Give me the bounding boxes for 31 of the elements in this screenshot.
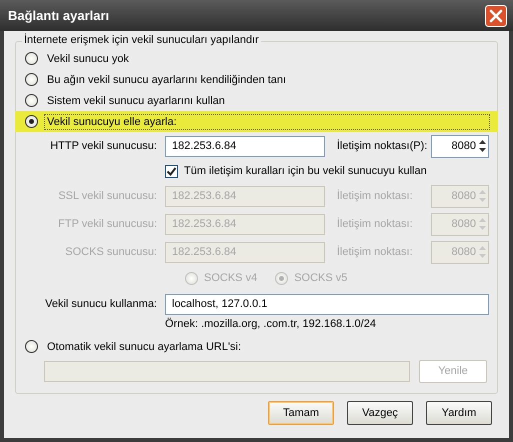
port-label: İletişim noktası: bbox=[336, 190, 414, 202]
radio-label: Vekil sunucu yok bbox=[46, 52, 130, 66]
window-title: Bağlantı ayarları bbox=[8, 8, 110, 23]
field-label: SSL vekil sunucusu: bbox=[57, 190, 158, 202]
port-label: İletişim noktası: bbox=[336, 246, 414, 258]
port-label: İletişim noktası(P): bbox=[336, 140, 428, 152]
field-label: FTP vekil sunucusu: bbox=[57, 218, 158, 230]
dialog-button[interactable]: Tamam bbox=[268, 401, 334, 425]
group-legend: İnternete erişmek için vekil sunucuları yapılandır bbox=[22, 34, 261, 46]
radio-label: Vekil sunucuyu elle ayarla: bbox=[44, 114, 490, 130]
radio-label: Bu ağın vekil sunucu ayarlarını kendiliğinden tanı bbox=[46, 72, 288, 88]
radio-button[interactable] bbox=[25, 115, 38, 128]
radio-button[interactable] bbox=[25, 340, 38, 353]
radio-label: Sistem vekil sunucu ayarlarını kullan bbox=[46, 94, 226, 108]
close-icon[interactable] bbox=[485, 4, 507, 26]
field-label: Vekil sunucu kullanma: bbox=[44, 298, 158, 310]
port-spinner[interactable]: 8080 bbox=[430, 134, 489, 158]
checkbox-label: Tüm iletişim kuralları için bu vekil sunucuyu kullan bbox=[184, 165, 427, 177]
radio-label: Otomatik vekil sunucu ayarlama URL'si: bbox=[46, 340, 242, 354]
host-field[interactable]: 182.253.6.84 bbox=[165, 136, 325, 156]
no-proxy-field[interactable]: localhost, 127.0.0.1 bbox=[165, 294, 489, 314]
dialog-button[interactable]: Yardım bbox=[426, 401, 492, 425]
radio-button[interactable] bbox=[25, 94, 38, 107]
dialog-button[interactable]: Vazgeç bbox=[347, 401, 413, 425]
port-label: İletişim noktası: bbox=[336, 218, 414, 230]
field-label: HTTP vekil sunucusu: bbox=[49, 140, 158, 152]
checkbox[interactable] bbox=[165, 164, 178, 178]
radio-button[interactable] bbox=[25, 73, 38, 86]
radio-button[interactable] bbox=[25, 52, 38, 65]
field-label: SOCKS sunucusu: bbox=[64, 246, 158, 258]
example-hint: Örnek: .mozilla.org, .com.tr, 192.168.1.0/24 bbox=[164, 318, 377, 332]
